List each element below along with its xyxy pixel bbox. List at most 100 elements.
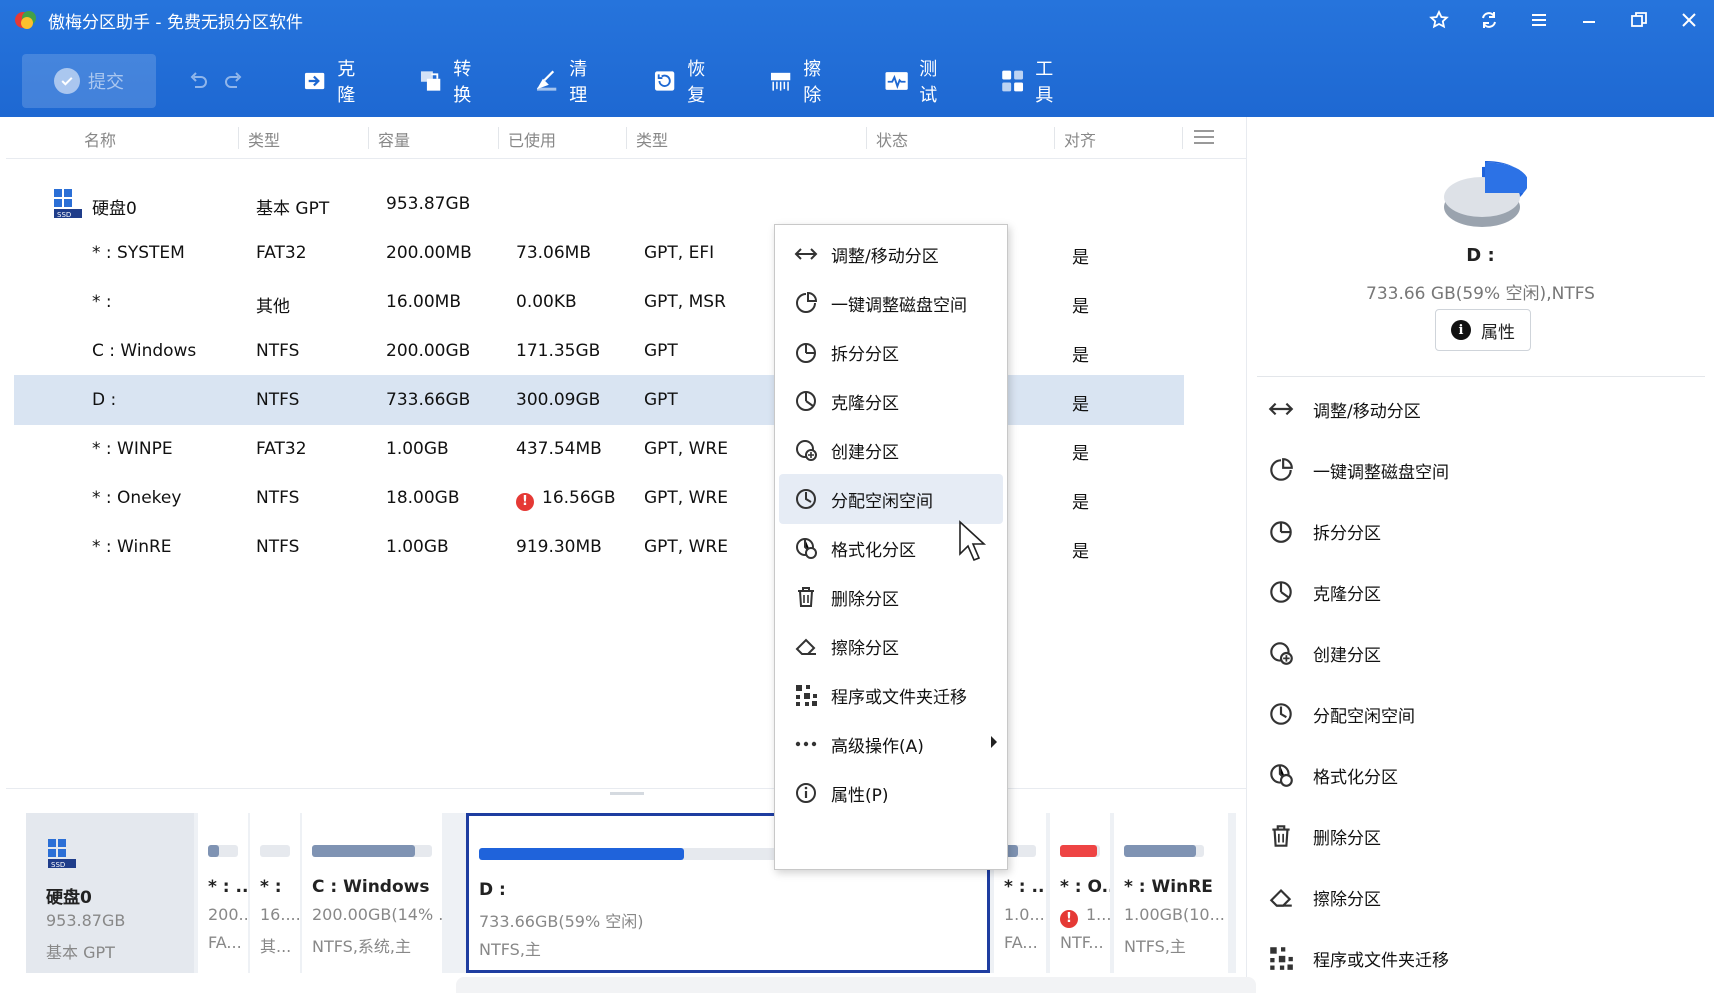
action-clone[interactable]: 克隆分区 bbox=[1267, 574, 1381, 610]
cell-aligned: 是 bbox=[1072, 248, 1089, 268]
partition-name: * : bbox=[260, 877, 282, 897]
col-partition-type[interactable]: 类型 bbox=[636, 127, 668, 151]
action-app-migration[interactable]: 程序或文件夹迁移 bbox=[1267, 940, 1449, 976]
ctx-resize-move[interactable]: 调整/移动分区 bbox=[779, 229, 1003, 279]
cell-fs: NTFS bbox=[256, 537, 300, 557]
resize-arrows-icon bbox=[794, 248, 818, 260]
cell-capacity: 1.00GB bbox=[386, 439, 449, 459]
table-row[interactable]: * : WINPE FAT32 1.00GB 437.54MB GPT, WRE… bbox=[14, 424, 1184, 474]
table-row[interactable]: * : Onekey NTFS 18.00GB ! 16.56GB GPT, WR… bbox=[14, 473, 1184, 523]
splitter-handle[interactable] bbox=[610, 792, 644, 795]
convert-tool-button[interactable]: 转换 bbox=[418, 59, 480, 106]
pie-adjust-icon bbox=[1270, 458, 1293, 481]
col-aligned[interactable]: 对齐 bbox=[1064, 127, 1096, 151]
wipe-tool-button[interactable]: 擦除 bbox=[768, 59, 830, 106]
column-settings-icon[interactable] bbox=[1192, 125, 1216, 149]
table-row[interactable]: * : SYSTEM FAT32 200.00MB 73.06MB GPT, E… bbox=[14, 228, 1184, 278]
disk-name: 硬盘0 bbox=[92, 199, 137, 219]
action-format[interactable]: 格式化分区 bbox=[1267, 757, 1398, 793]
action-create[interactable]: 创建分区 bbox=[1267, 635, 1381, 671]
table-header: 名称 类型 容量 已使用 类型 状态 对齐 bbox=[6, 117, 1246, 159]
clone-pie-icon bbox=[796, 391, 816, 411]
ctx-delete[interactable]: 删除分区 bbox=[779, 572, 1003, 622]
action-split[interactable]: 拆分分区 bbox=[1267, 513, 1381, 549]
ctx-app-migration[interactable]: 程序或文件夹迁移 bbox=[779, 670, 1003, 720]
ctx-label: 高级操作(A) bbox=[831, 736, 924, 757]
table-row[interactable]: C : Windows NTFS 200.00GB 171.35GB GPT 是 bbox=[14, 326, 1184, 376]
ctx-split[interactable]: 拆分分区 bbox=[779, 327, 1003, 377]
restore-icon[interactable] bbox=[1614, 0, 1664, 40]
action-resize-move[interactable]: 调整/移动分区 bbox=[1267, 391, 1421, 427]
col-capacity[interactable]: 容量 bbox=[378, 127, 410, 151]
action-label: 创建分区 bbox=[1313, 645, 1381, 666]
col-name[interactable]: 名称 bbox=[84, 127, 116, 151]
test-tool-button[interactable]: 测试 bbox=[884, 59, 946, 106]
cell-name: * : SYSTEM bbox=[92, 243, 185, 263]
recover-tool-button[interactable]: 恢复 bbox=[652, 59, 714, 106]
ctx-advanced[interactable]: 高级操作(A) bbox=[779, 719, 1003, 769]
partition-size: 733.66GB(59% 空闲) bbox=[479, 912, 644, 931]
ctx-label: 一键调整磁盘空间 bbox=[831, 295, 967, 316]
disk-row[interactable]: SSD 硬盘0 基本 GPT 953.87GB bbox=[14, 179, 1184, 229]
cell-used: 0.00KB bbox=[516, 292, 577, 312]
refresh-icon[interactable] bbox=[1464, 0, 1514, 40]
col-used[interactable]: 已使用 bbox=[508, 127, 556, 151]
tools-tool-button[interactable]: 工具 bbox=[1000, 59, 1062, 106]
properties-button[interactable]: i 属性 bbox=[1435, 309, 1531, 351]
favorite-star-icon[interactable] bbox=[1414, 0, 1464, 40]
disk-map-partition[interactable]: C : Windows 200.00GB(14% ... NTFS,系统,主 bbox=[302, 813, 442, 973]
ctx-allocate-free-space[interactable]: 分配空闲空间 bbox=[779, 474, 1003, 524]
undo-icon[interactable] bbox=[186, 69, 210, 93]
cell-aligned: 是 bbox=[1072, 395, 1089, 415]
column-divider bbox=[498, 127, 499, 149]
cell-capacity: 200.00MB bbox=[386, 243, 472, 263]
column-divider bbox=[368, 127, 369, 149]
close-icon[interactable] bbox=[1664, 0, 1714, 40]
table-row-selected[interactable]: D : NTFS 733.66GB 300.09GB GPT 是 bbox=[14, 375, 1184, 425]
partition-table: 名称 类型 容量 已使用 类型 状态 对齐 SSD 硬盘0 基本 GPT 953… bbox=[6, 117, 1246, 787]
action-wipe[interactable]: 擦除分区 bbox=[1267, 879, 1381, 915]
ctx-properties[interactable]: 属性(P) bbox=[779, 768, 1003, 818]
allocate-clock-icon bbox=[796, 489, 816, 509]
table-row[interactable]: * : WinRE NTFS 1.00GB 919.30MB GPT, WRE … bbox=[14, 522, 1184, 572]
cell-ptype: GPT bbox=[644, 341, 678, 361]
cell-name: * : WinRE bbox=[92, 537, 172, 557]
clone-label: 克隆 bbox=[337, 59, 356, 106]
horizontal-scrollbar[interactable] bbox=[456, 977, 1256, 993]
column-divider bbox=[1182, 127, 1183, 149]
menu-icon[interactable] bbox=[1514, 0, 1564, 40]
minimize-icon[interactable] bbox=[1564, 0, 1614, 40]
ctx-label: 分配空闲空间 bbox=[831, 491, 933, 512]
disk-type: 基本 GPT bbox=[256, 199, 330, 219]
disk-map-disk-card[interactable]: SSD 硬盘0 953.87GB 基本 GPT bbox=[26, 813, 194, 973]
action-one-click-adjust[interactable]: 一键调整磁盘空间 bbox=[1267, 452, 1449, 488]
partition-size-value: 1... bbox=[1086, 905, 1110, 924]
partition-size: 16.... bbox=[260, 905, 300, 924]
col-status[interactable]: 状态 bbox=[876, 127, 908, 151]
commit-button[interactable]: 提交 bbox=[22, 54, 156, 108]
disk-map-partition[interactable]: * : 16.... 其... bbox=[250, 813, 300, 973]
disk-map-partition[interactable]: * : WinRE 1.00GB(10... NTFS,主 bbox=[1114, 813, 1228, 973]
ctx-wipe[interactable]: 擦除分区 bbox=[779, 621, 1003, 671]
partition-size: 1.00GB(10... bbox=[1124, 905, 1225, 924]
col-fs-type[interactable]: 类型 bbox=[248, 127, 280, 151]
ctx-clone[interactable]: 克隆分区 bbox=[779, 376, 1003, 426]
clone-tool-button[interactable]: 克隆 bbox=[302, 59, 364, 106]
usage-bar bbox=[1060, 845, 1100, 857]
action-allocate-free-space[interactable]: 分配空闲空间 bbox=[1267, 696, 1415, 732]
action-delete[interactable]: 删除分区 bbox=[1267, 818, 1381, 854]
disk-map-partition[interactable]: * : O... ! 1... NTF... bbox=[1050, 813, 1110, 973]
trash-icon bbox=[1272, 825, 1290, 847]
ctx-one-click-adjust[interactable]: 一键调整磁盘空间 bbox=[779, 278, 1003, 328]
disk-map-partition[interactable]: * : ... 200... FA... bbox=[198, 813, 248, 973]
cleanup-tool-button[interactable]: 清理 bbox=[534, 59, 596, 106]
cell-ptype: GPT, WRE bbox=[644, 537, 728, 557]
ctx-create[interactable]: 创建分区 bbox=[779, 425, 1003, 475]
check-icon bbox=[54, 68, 80, 94]
cell-fs: NTFS bbox=[256, 390, 300, 410]
redo-icon[interactable] bbox=[222, 69, 246, 93]
table-row[interactable]: * : 其他 16.00MB 0.00KB GPT, MSR 是 bbox=[14, 277, 1184, 327]
submenu-arrow-icon bbox=[991, 736, 997, 748]
cell-fs: FAT32 bbox=[256, 439, 307, 459]
wipe-label: 擦除 bbox=[803, 59, 822, 106]
